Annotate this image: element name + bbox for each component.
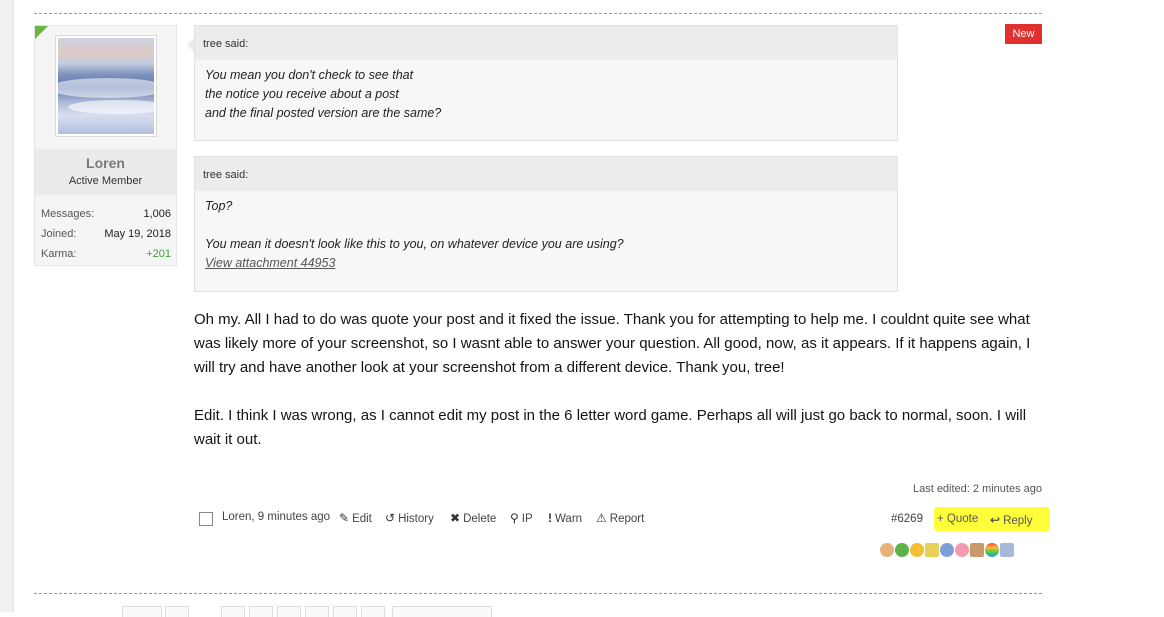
author-time-link[interactable]: Loren, 9 minutes ago [222, 511, 330, 523]
edit-link[interactable]: ✎ Edit [339, 511, 372, 525]
stat-label: Joined: [41, 228, 77, 240]
quote-block: tree said: You mean you don't check to s… [194, 25, 898, 141]
quote-line: and the final posted version are the sam… [205, 106, 442, 120]
stat-value: May 19, 2018 [104, 228, 171, 240]
delete-link[interactable]: ✖ Delete [450, 511, 496, 525]
stat-label: Messages: [41, 208, 95, 220]
warn-label: Warn [555, 513, 583, 525]
reply-icon: ↩ [990, 513, 1001, 527]
history-label: History [398, 513, 434, 525]
username-link[interactable]: Loren [35, 155, 176, 171]
last-edited: Last edited: 2 minutes ago [912, 483, 1042, 495]
smile-icon[interactable] [910, 542, 924, 557]
avatar-image [58, 38, 154, 134]
star-icon[interactable] [925, 542, 939, 557]
wrench-icon[interactable] [970, 542, 984, 557]
select-post-checkbox[interactable] [199, 512, 213, 526]
rainbow-icon[interactable] [985, 542, 999, 557]
user-title: Active Member [68, 175, 143, 187]
reply-button[interactable]: ↩ Reply [990, 513, 1032, 527]
history-icon: ↺ [385, 511, 396, 525]
search-icon: ⚲ [510, 511, 519, 525]
warning-icon: ⚠ [596, 511, 607, 525]
post-separator-top [34, 13, 1042, 14]
online-indicator [35, 26, 48, 39]
info-icon[interactable] [940, 542, 954, 557]
quote-line: You mean you don't check to see that [205, 68, 414, 82]
thumbs-up-icon[interactable] [880, 542, 894, 557]
left-gutter [0, 0, 14, 612]
close-icon: ✖ [450, 511, 461, 525]
quote-button[interactable]: + Quote [937, 513, 978, 525]
quote-line: the notice you receive about a post [205, 87, 399, 101]
warn-link[interactable]: ! Warn [548, 511, 582, 525]
stat-messages: Messages: 1,006 [41, 208, 171, 220]
quote-block: tree said: Top? You mean it doesn't look… [194, 156, 898, 292]
delete-label: Delete [463, 513, 497, 525]
brush-icon[interactable] [1000, 542, 1014, 557]
avatar[interactable] [55, 35, 157, 137]
pencil-icon: ✎ [339, 511, 350, 525]
post-number-link[interactable]: #6269 [891, 513, 923, 525]
attachment-link[interactable]: View attachment 44953 [205, 254, 887, 273]
reactions-bar [880, 541, 1015, 557]
quote-line: You mean it doesn't look like this to yo… [205, 237, 624, 251]
ip-label: IP [521, 513, 533, 525]
stat-label: Karma: [41, 248, 77, 260]
message-pointer [187, 38, 194, 52]
new-badge: New [1005, 24, 1042, 44]
report-label: Report [609, 513, 645, 525]
quote-body: Top? You mean it doesn't look like this … [195, 191, 897, 279]
edit-label: Edit [352, 513, 372, 525]
quote-line: Top? [205, 199, 233, 213]
ip-link[interactable]: ⚲ IP [510, 511, 533, 525]
stat-joined: Joined: May 19, 2018 [41, 228, 171, 240]
stat-karma: Karma: +201 [41, 248, 171, 260]
message-paragraph: Oh my. All I had to do was quote your po… [194, 311, 1031, 376]
report-link[interactable]: ⚠ Report [596, 511, 644, 525]
post-separator-bottom [34, 593, 1042, 594]
quote-attribution[interactable]: tree said: [195, 157, 897, 191]
message-paragraph: Edit. I think I was wrong, as I cannot e… [194, 407, 1027, 448]
stat-value: +201 [146, 248, 171, 260]
user-name-block: Loren Active Member [35, 149, 176, 195]
quote-attribution[interactable]: tree said: [195, 26, 897, 60]
reply-label: Reply [1003, 515, 1033, 527]
stat-value[interactable]: 1,006 [143, 208, 171, 220]
user-info-panel: Loren Active Member Messages: 1,006 Join… [34, 25, 177, 266]
quote-body: You mean you don't check to see that the… [195, 60, 897, 129]
check-icon[interactable] [895, 542, 909, 557]
history-link[interactable]: ↺ History [385, 511, 434, 525]
heart-icon[interactable] [955, 542, 969, 557]
quote-blank-line [205, 216, 887, 235]
exclamation-icon: ! [548, 511, 552, 525]
message-body: Oh my. All I had to do was quote your po… [194, 308, 1044, 452]
